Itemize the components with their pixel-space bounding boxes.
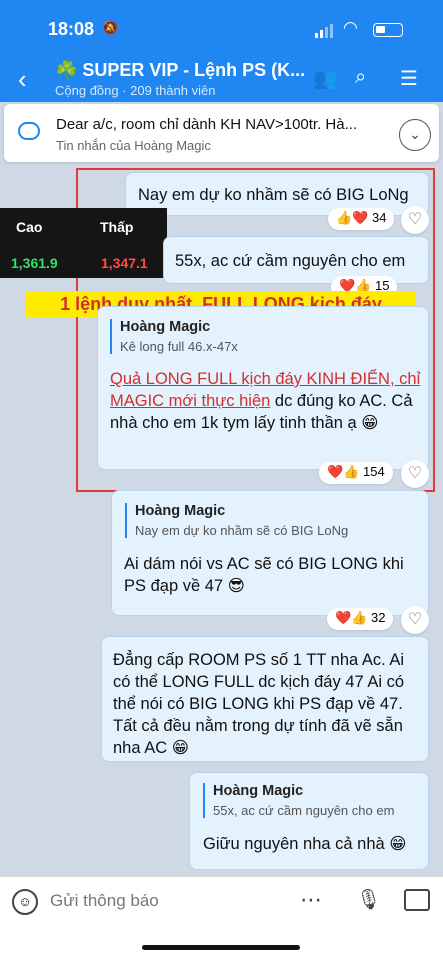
- heart-icon[interactable]: ♡: [401, 206, 429, 234]
- sticker-icon[interactable]: ☺: [12, 889, 38, 915]
- image-icon[interactable]: [404, 889, 430, 911]
- menu-icon[interactable]: ☰: [400, 66, 418, 91]
- quote-sender: Hoàng Magic: [213, 783, 304, 799]
- message-text: Giữu nguyên nha cả nhà 😁: [203, 835, 407, 853]
- quote-text: 55x, ac cứ cầm nguyên cho em: [213, 803, 395, 818]
- chat-bubble-icon: [18, 122, 40, 140]
- chevron-down-icon[interactable]: ⌄: [399, 119, 431, 151]
- add-member-icon[interactable]: 👥: [313, 66, 338, 91]
- message-text: Nay em dự ko nhầm sẽ có BIG LoNg: [138, 186, 409, 204]
- wifi-icon: ◠: [343, 18, 358, 37]
- quote-sender: Hoàng Magic: [135, 503, 226, 519]
- ticker-value-low: 1,347.1: [101, 255, 148, 271]
- reply-quote[interactable]: Hoàng Magic Nay em dự ko nhầm sẽ có BIG …: [125, 503, 415, 538]
- ticker-label-low: Thấp: [100, 219, 134, 235]
- search-icon[interactable]: ⌕: [355, 66, 366, 89]
- reaction-count[interactable]: ❤️👍 154: [319, 462, 393, 484]
- chat-header: ‹ ☘️ SUPER VIP - Lệnh PS (K... Cộng đồng…: [0, 58, 443, 102]
- message-bubble[interactable]: Hoàng Magic Kê long full 46.x-47x Quả LO…: [97, 306, 429, 470]
- reaction-count[interactable]: ❤️👍 32: [327, 608, 394, 630]
- microphone-icon[interactable]: 🎙: [356, 887, 381, 912]
- pinned-sender: Tin nhắn của Hoàng Magic: [56, 138, 211, 153]
- message-text: Quả LONG FULL kịch đáy KINH ĐIỂN, chỉ MA…: [110, 368, 422, 434]
- message-text: Ai dám nói vs AC sẽ có BIG LONG khi PS đ…: [124, 555, 404, 595]
- message-input[interactable]: Gửi thông báo: [50, 891, 159, 911]
- reply-quote[interactable]: Hoàng Magic 55x, ac cứ cầm nguyên cho em: [203, 783, 421, 818]
- more-icon[interactable]: ⋯: [300, 887, 322, 913]
- message-bubble[interactable]: Hoàng Magic Nay em dự ko nhầm sẽ có BIG …: [111, 490, 429, 616]
- reply-quote[interactable]: Hoàng Magic Kê long full 46.x-47x: [110, 319, 410, 354]
- status-time: 18:08: [48, 19, 95, 39]
- message-bubble[interactable]: Hoàng Magic 55x, ac cứ cầm nguyên cho em…: [189, 772, 429, 870]
- group-subtitle: Cộng đồng · 209 thành viên: [55, 83, 216, 98]
- quote-sender: Hoàng Magic: [120, 319, 211, 335]
- status-bar: 18:08 🔕 ◠: [0, 0, 443, 58]
- quote-text: Nay em dự ko nhầm sẽ có BIG LoNg: [135, 523, 349, 538]
- group-title[interactable]: ☘️ SUPER VIP - Lệnh PS (K...: [55, 60, 305, 81]
- price-ticker: Cao Thấp 1,361.9 1,347.1: [0, 208, 167, 278]
- back-button[interactable]: ‹: [18, 64, 27, 95]
- reaction-count[interactable]: 👍❤️ 34: [328, 208, 395, 230]
- quote-text: Kê long full 46.x-47x: [120, 339, 238, 354]
- mute-bell-icon: 🔕: [102, 20, 119, 35]
- battery-icon: [373, 23, 403, 37]
- ticker-label-high: Cao: [16, 219, 43, 235]
- signal-icon: [315, 24, 333, 38]
- message-text: 55x, ac cứ cầm nguyên cho em: [175, 252, 406, 270]
- message-bubble[interactable]: Đẳng cấp ROOM PS số 1 TT nha Ac. Ai có t…: [101, 636, 429, 762]
- ticker-value-high: 1,361.9: [11, 255, 58, 271]
- heart-icon[interactable]: ♡: [401, 460, 429, 488]
- heart-icon[interactable]: ♡: [401, 606, 429, 634]
- pinned-text: Dear a/c, room chỉ dành KH NAV>100tr. Hà…: [56, 116, 358, 133]
- message-text: Đẳng cấp ROOM PS số 1 TT nha Ac. Ai có t…: [113, 651, 405, 757]
- home-indicator: [142, 945, 300, 950]
- pinned-message[interactable]: Dear a/c, room chỉ dành KH NAV>100tr. Hà…: [4, 104, 439, 162]
